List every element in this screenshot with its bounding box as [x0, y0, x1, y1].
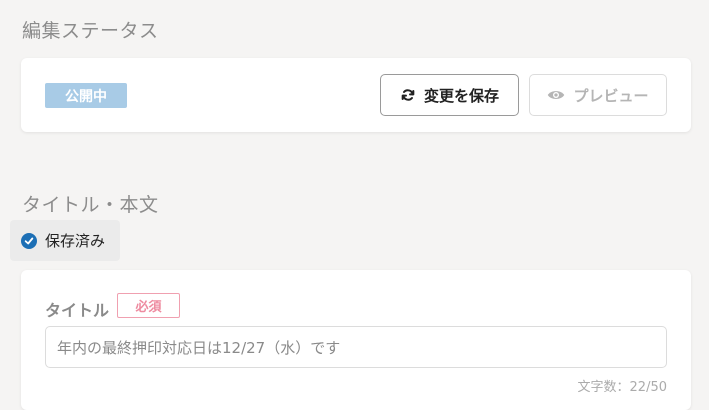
status-badge: 公開中: [45, 83, 127, 108]
edit-status-card: 公開中 変更を保存 プレビュー: [21, 58, 691, 132]
save-changes-button[interactable]: 変更を保存: [380, 74, 519, 116]
title-field-label: タイトル: [45, 301, 110, 320]
char-count: 文字数：22/50: [577, 380, 667, 395]
title-card: タイトル 必須 文字数：22/50: [21, 270, 691, 410]
saved-indicator: 保存済み: [10, 220, 120, 261]
refresh-icon: [401, 89, 415, 101]
preview-button[interactable]: プレビュー: [529, 74, 667, 116]
check-circle-icon: [21, 232, 37, 249]
eye-icon: [548, 91, 565, 99]
saved-label: 保存済み: [45, 232, 106, 250]
title-body-heading: タイトル・本文: [22, 194, 159, 216]
save-changes-label: 変更を保存: [423, 86, 499, 105]
edit-status-heading: 編集ステータス: [22, 20, 159, 42]
preview-label: プレビュー: [573, 86, 649, 105]
required-badge: 必須: [117, 293, 180, 318]
title-input[interactable]: [45, 326, 667, 368]
